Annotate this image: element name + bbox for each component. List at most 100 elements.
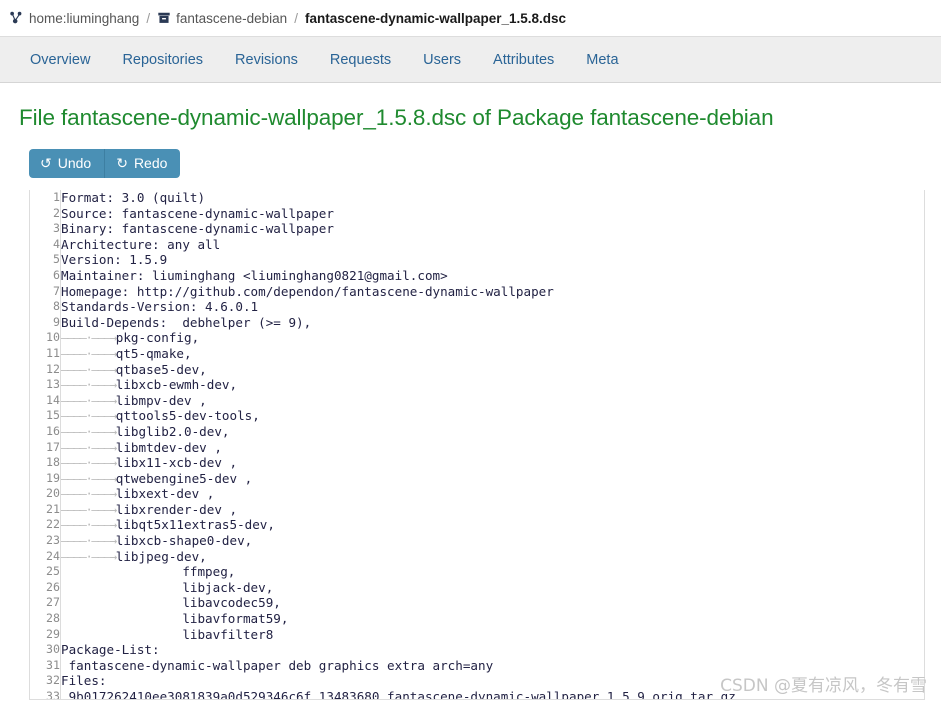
line-content[interactable]: fantascene-dynamic-wallpaper deb graphic… (61, 658, 925, 674)
line-number: 3 (30, 221, 61, 237)
line-content[interactable]: ————·———→libx11-xcb-dev , (61, 455, 925, 471)
code-line: 9 Build-Depends: debhelper (>= 9), (30, 314, 925, 331)
line-content[interactable]: libavformat59, (61, 611, 925, 627)
undo-button[interactable]: ↺ Undo (29, 149, 105, 178)
code-line: 17 ————·———→libmtdev-dev , (30, 439, 925, 456)
code-line: 25 ffmpeg, (30, 564, 924, 580)
line-content[interactable]: ————·———→libxext-dev , (61, 486, 925, 502)
line-content[interactable]: Homepage: http://github.com/dependon/fan… (61, 284, 925, 300)
line-number: 31 (30, 657, 61, 674)
code-line: 14 ————·———→libmpv-dev , (30, 392, 925, 409)
code-line: 4 Architecture: any all (30, 236, 925, 253)
line-number: 20 (30, 486, 61, 502)
line-content[interactable]: ————·———→qttools5-dev-tools, (61, 408, 925, 424)
breadcrumb-package-link[interactable]: fantascene-debian (176, 11, 287, 26)
tab-revisions[interactable]: Revisions (219, 46, 314, 74)
line-number: 8 (30, 299, 61, 315)
tab-overview[interactable]: Overview (22, 46, 106, 74)
line-number: 23 (30, 533, 61, 549)
tab-marker-icon: ————·———→ (61, 408, 117, 424)
line-number: 1 (30, 190, 61, 206)
line-content[interactable]: ————·———→libmtdev-dev , (61, 440, 925, 456)
code-line: 26 libjack-dev, (30, 579, 925, 596)
line-content[interactable]: libjack-dev, (61, 580, 925, 596)
line-content[interactable]: Files: (61, 673, 925, 689)
code-line: 18 ————·———→libx11-xcb-dev , (30, 455, 924, 471)
line-number: 13 (30, 377, 61, 393)
line-number: 6 (30, 267, 61, 284)
line-content[interactable]: Maintainer: liuminghang <liuminghang0821… (61, 268, 925, 284)
page-title: File fantascene-dynamic-wallpaper_1.5.8.… (19, 105, 774, 130)
line-content[interactable]: Format: 3.0 (quilt) (61, 190, 925, 206)
tab-marker-icon: ————·———→ (61, 392, 117, 408)
line-content[interactable]: ————·———→libxcb-shape0-dev, (61, 533, 925, 549)
code-line: 27 libavcodec59, (30, 595, 925, 612)
redo-button-label: Redo (133, 155, 168, 171)
page-body: File fantascene-dynamic-wallpaper_1.5.8.… (0, 105, 941, 700)
tab-repositories[interactable]: Repositories (106, 46, 219, 74)
tab-marker-icon: ————·———→ (61, 455, 117, 471)
code-line: 13 ————·———→libxcb-ewmh-dev, (30, 377, 924, 393)
tab-marker-icon: ————·———→ (61, 517, 117, 533)
code-line: 19 ————·———→qtwebengine5-dev , (30, 470, 925, 487)
tab-marker-icon: ————·———→ (61, 361, 117, 377)
line-content[interactable]: ————·———→qtwebengine5-dev , (61, 471, 925, 487)
tab-meta[interactable]: Meta (570, 46, 634, 74)
code-editor[interactable]: 1 Format: 3.0 (quilt) 2 Source: fantascene-… (29, 190, 925, 700)
line-content[interactable]: ————·———→qt5-qmake, (61, 346, 925, 362)
main-navigation: Overview Repositories Revisions Requests… (0, 37, 941, 83)
line-number: 28 (30, 611, 61, 627)
code-lines-table: 1 Format: 3.0 (quilt) 2 Source: fantascene-… (30, 190, 925, 699)
code-line: 6 Maintainer: liuminghang <liuminghang082… (30, 267, 925, 284)
tab-marker-icon: ————·———→ (61, 470, 117, 486)
line-content[interactable]: Version: 1.5.9 (61, 252, 925, 268)
line-number: 19 (30, 470, 61, 487)
line-number: 18 (30, 455, 61, 471)
line-number: 32 (30, 673, 61, 689)
line-number: 24 (30, 548, 61, 565)
line-content[interactable]: Standards-Version: 4.6.0.1 (61, 299, 925, 315)
line-number: 21 (30, 501, 61, 518)
tab-marker-icon: ————·———→ (61, 533, 117, 549)
undo-arrow-icon: ↺ (40, 155, 52, 171)
line-content[interactable]: ————·———→qtbase5-dev, (61, 362, 925, 378)
line-content[interactable]: Architecture: any all (61, 237, 925, 253)
line-content[interactable]: libavfilter8 (61, 627, 925, 643)
tab-marker-icon: ————·———→ (61, 548, 117, 564)
code-line: 5 Version: 1.5.9 (30, 252, 924, 268)
line-content[interactable]: ————·———→libjpeg-dev, (61, 549, 925, 565)
line-content[interactable]: ffmpeg, (61, 564, 925, 580)
code-line: 28 libavformat59, (30, 611, 924, 627)
package-box-icon (157, 11, 171, 25)
line-content[interactable]: ————·———→libglib2.0-dev, (61, 424, 925, 440)
line-content[interactable]: ————·———→pkg-config, (61, 330, 925, 346)
line-content[interactable]: libavcodec59, (61, 595, 925, 611)
tab-requests[interactable]: Requests (314, 46, 407, 74)
line-number: 27 (30, 595, 61, 612)
line-number: 15 (30, 408, 61, 424)
tab-marker-icon: ————·———→ (61, 439, 117, 455)
line-number: 7 (30, 283, 61, 300)
code-line: 12 ————·———→qtbase5-dev, (30, 361, 925, 378)
redo-button[interactable]: ↻ Redo (104, 149, 181, 178)
line-content[interactable]: Source: fantascene-dynamic-wallpaper (61, 206, 925, 222)
breadcrumb-project-link[interactable]: home:liuminghang (29, 11, 139, 26)
line-content[interactable]: Build-Depends: debhelper (>= 9), (61, 315, 925, 331)
code-line: 7 Homepage: http://github.com/dependon/fa… (30, 283, 925, 300)
tab-marker-icon: ————·———→ (61, 486, 117, 502)
tab-attributes[interactable]: Attributes (477, 46, 570, 74)
line-content[interactable]: Binary: fantascene-dynamic-wallpaper (61, 221, 925, 237)
line-number: 14 (30, 392, 61, 409)
line-content[interactable]: 9b017262410ee3081839a0d529346c6f 1348368… (61, 689, 925, 699)
code-line: 32 Files: (30, 673, 924, 689)
line-content[interactable]: ————·———→libmpv-dev , (61, 393, 925, 409)
code-line: 30 Package-List: (30, 642, 924, 658)
line-content[interactable]: ————·———→libxcb-ewmh-dev, (61, 377, 925, 393)
line-content[interactable]: Package-List: (61, 642, 925, 658)
tab-users[interactable]: Users (407, 46, 477, 74)
line-number: 30 (30, 642, 61, 658)
line-number: 4 (30, 236, 61, 253)
line-content[interactable]: ————·———→libqt5x11extras5-dev, (61, 517, 925, 533)
tab-marker-icon: ————·———→ (61, 501, 117, 517)
line-content[interactable]: ————·———→libxrender-dev , (61, 502, 925, 518)
